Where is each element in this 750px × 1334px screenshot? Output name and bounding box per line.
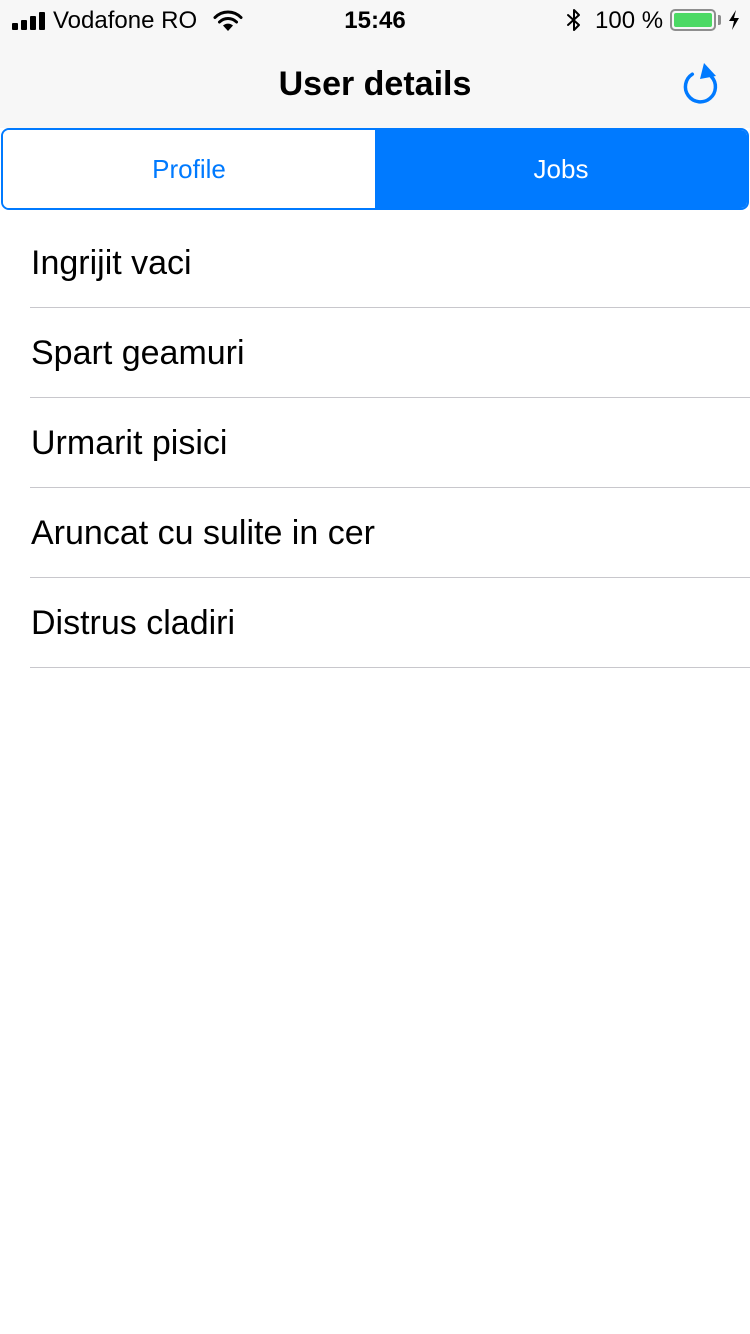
battery-icon: [670, 9, 716, 31]
charging-bolt-icon: [729, 10, 739, 30]
list-item-aruncat-cu-sulite[interactable]: Aruncat cu sulite in cer: [0, 488, 750, 578]
list-item-label: Spart geamuri: [31, 334, 245, 372]
jobs-list: Ingrijit vaci Spart geamuri Urmarit pisi…: [0, 218, 750, 668]
bluetooth-icon: [567, 9, 580, 31]
page-title: User details: [278, 65, 472, 103]
status-bar: Vodafone RO 15:46 100 %: [0, 0, 750, 40]
segmented-control: Profile Jobs: [1, 128, 749, 210]
tab-jobs[interactable]: Jobs: [375, 130, 747, 208]
list-item-distrus-cladiri[interactable]: Distrus cladiri: [0, 578, 750, 668]
list-item-spart-geamuri[interactable]: Spart geamuri: [0, 308, 750, 398]
tab-profile[interactable]: Profile: [3, 130, 375, 208]
refresh-icon[interactable]: [678, 60, 724, 108]
list-item-label: Aruncat cu sulite in cer: [31, 514, 375, 552]
battery-percentage: 100 %: [595, 7, 664, 34]
list-item-label: Urmarit pisici: [31, 424, 228, 462]
list-item-label: Ingrijit vaci: [31, 244, 192, 282]
battery-level: [674, 13, 712, 27]
top-bar: Vodafone RO 15:46 100 % User details: [0, 0, 750, 128]
battery-nub: [718, 15, 721, 25]
list-item-urmarit-pisici[interactable]: Urmarit pisici: [0, 398, 750, 488]
list-item-label: Distrus cladiri: [31, 604, 236, 642]
list-item-ingrijit-vaci[interactable]: Ingrijit vaci: [0, 218, 750, 308]
